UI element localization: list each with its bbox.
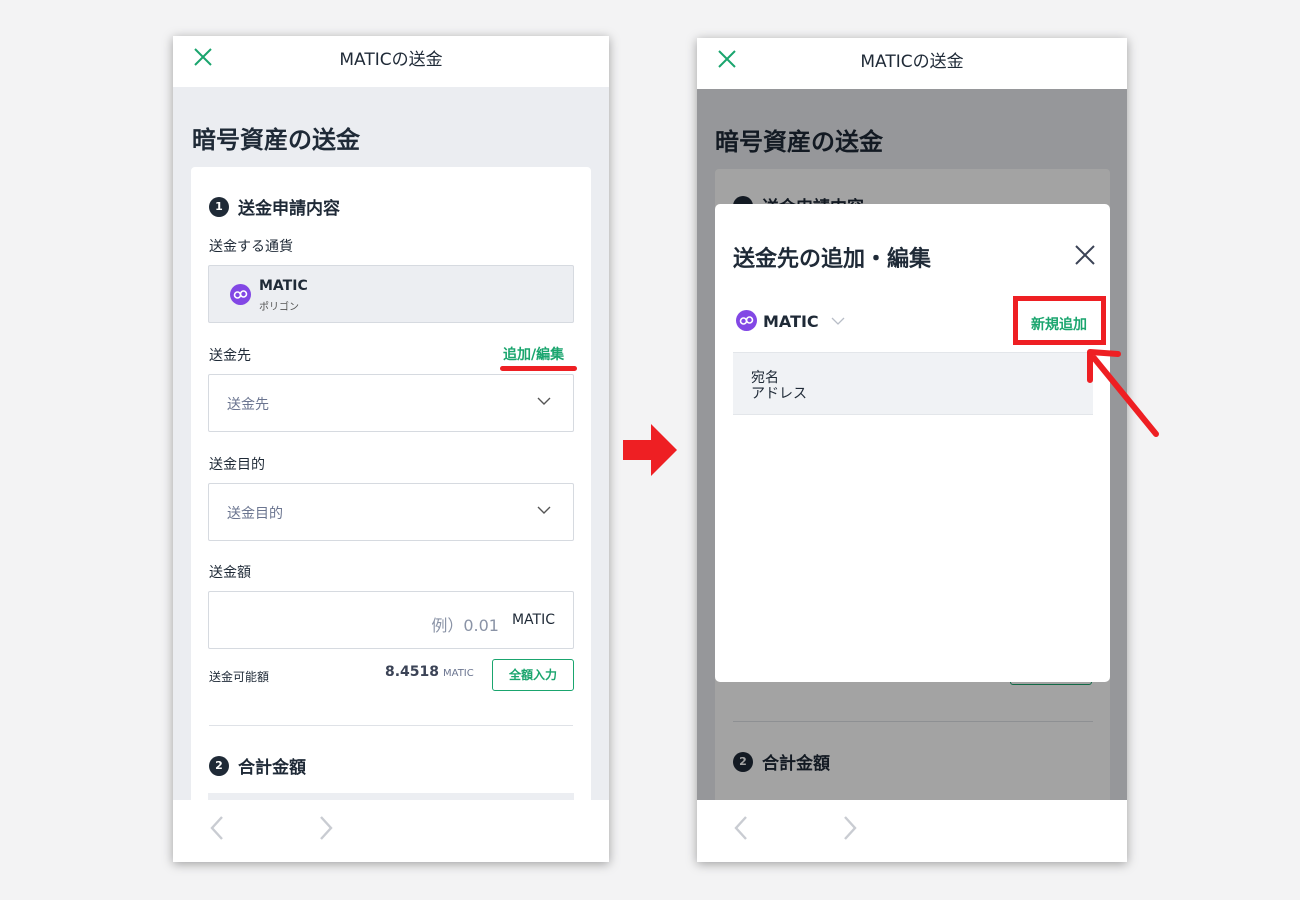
transfer-form-card: 1 送金申請内容 送金する通貨 MATIC ポリゴン 送金先 追加/編集 送金先…	[191, 167, 591, 862]
step-number: 1	[209, 196, 229, 217]
bottom-nav-bar	[697, 800, 1127, 862]
arrow-right-icon	[623, 424, 677, 476]
polygon-coin-icon	[230, 284, 251, 305]
screen-heading: 暗号資産の送金	[192, 126, 360, 154]
destination-select[interactable]: 送金先	[208, 374, 574, 432]
currency-label: 送金する通貨	[209, 239, 293, 255]
forward-arrow-icon[interactable]	[318, 815, 334, 841]
chevron-down-icon	[537, 397, 551, 405]
destination-edit-modal: 送金先の追加・編集 MATIC 新規追加 宛名 アドレス	[715, 204, 1110, 682]
highlight-underline	[500, 366, 577, 371]
fill-all-button[interactable]: 全額入力	[492, 659, 574, 691]
section-title: 送金申請内容	[238, 199, 340, 219]
amount-unit: MATIC	[511, 612, 555, 628]
top-bar: MATICの送金	[697, 38, 1127, 89]
destination-placeholder: 送金先	[227, 397, 269, 413]
page-title: MATICの送金	[860, 52, 964, 72]
step-number: 2	[209, 755, 229, 776]
section-title: 合計金額	[238, 758, 306, 778]
coin-name: MATIC	[259, 278, 308, 294]
available-unit: MATIC	[443, 668, 474, 679]
chevron-down-icon	[537, 506, 551, 514]
coin-subname: ポリゴン	[259, 302, 299, 313]
top-bar: MATICの送金	[173, 36, 609, 87]
back-arrow-icon[interactable]	[209, 815, 225, 841]
polygon-coin-icon	[736, 310, 757, 331]
bottom-nav-bar	[173, 800, 609, 862]
modal-title: 送金先の追加・編集	[733, 247, 932, 272]
phone-screen-right: MATICの送金 暗号資産の送金 送金申請内容 2 合計金額 送金先の追加・編集…	[697, 38, 1127, 862]
section-application: 1 送金申請内容	[209, 194, 340, 219]
add-edit-destination-link[interactable]: 追加/編集	[503, 344, 564, 364]
forward-arrow-icon[interactable]	[842, 815, 858, 841]
page-title: MATICの送金	[339, 50, 443, 70]
pointer-arrow-icon	[1087, 349, 1159, 437]
coin-selector[interactable]: MATIC	[763, 312, 819, 331]
amount-input[interactable]: 例）0.01 MATIC	[208, 591, 574, 649]
divider	[209, 725, 573, 726]
destination-table-header: 宛名 アドレス	[733, 352, 1093, 415]
chevron-down-icon[interactable]	[831, 317, 845, 325]
purpose-select[interactable]: 送金目的	[208, 483, 574, 541]
back-arrow-icon[interactable]	[733, 815, 749, 841]
amount-placeholder: 例）0.01	[431, 616, 499, 635]
section-total: 2 合計金額	[209, 753, 306, 778]
purpose-label: 送金目的	[209, 457, 265, 473]
available-label: 送金可能額	[209, 670, 270, 684]
phone-screen-left: MATICの送金 暗号資産の送金 1 送金申請内容 送金する通貨 MATIC ポ…	[173, 36, 609, 862]
column-address-header: アドレス	[751, 386, 807, 402]
currency-field: MATIC ポリゴン	[208, 265, 574, 323]
purpose-placeholder: 送金目的	[227, 506, 283, 522]
close-icon[interactable]	[1074, 244, 1096, 266]
destination-label: 送金先	[209, 348, 251, 364]
available-amount: 8.4518	[385, 664, 440, 680]
amount-label: 送金額	[209, 565, 251, 581]
highlight-box	[1013, 296, 1106, 345]
